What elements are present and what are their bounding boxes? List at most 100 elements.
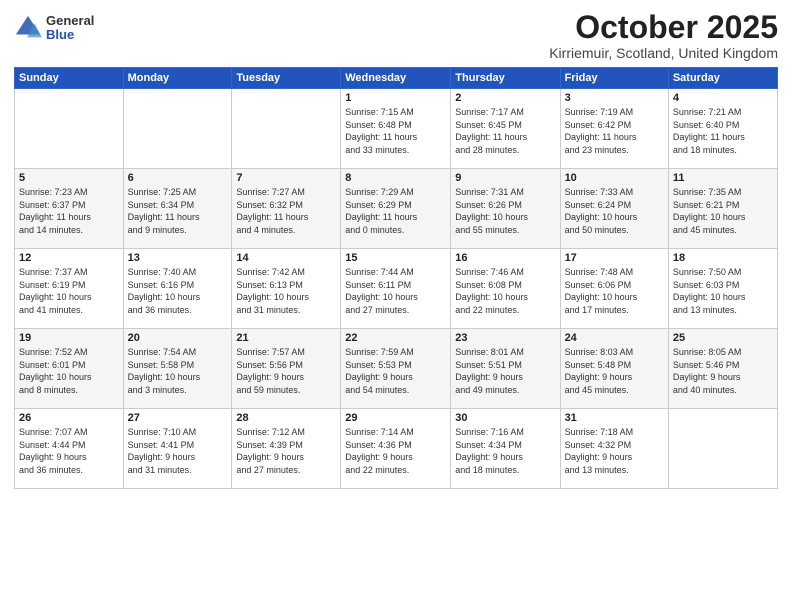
header: General Blue October 2025 Kirriemuir, Sc… [14, 10, 778, 61]
day-content: Sunrise: 7:25 AM Sunset: 6:34 PM Dayligh… [128, 186, 228, 236]
day-content: Sunrise: 7:52 AM Sunset: 6:01 PM Dayligh… [19, 346, 119, 396]
day-content: Sunrise: 7:44 AM Sunset: 6:11 PM Dayligh… [345, 266, 446, 316]
day-number: 25 [673, 332, 773, 344]
calendar-cell: 29Sunrise: 7:14 AM Sunset: 4:36 PM Dayli… [341, 409, 451, 489]
location: Kirriemuir, Scotland, United Kingdom [549, 45, 778, 61]
day-number: 24 [565, 332, 664, 344]
calendar-cell: 11 Sunrise: 7:35 AM Sunset: 6:21 PM Dayli… [668, 169, 777, 249]
day-number: 18 [673, 252, 773, 264]
day-number: 12 [19, 252, 119, 264]
day-number: 19 [19, 332, 119, 344]
calendar-cell: 12Sunrise: 7:37 AM Sunset: 6:19 PM Dayli… [15, 249, 124, 329]
day-content: Sunrise: 7:12 AM Sunset: 4:39 PM Dayligh… [236, 426, 336, 476]
calendar-cell: 27 Sunrise: 7:10 AM Sunset: 4:41 PM Dayli… [123, 409, 232, 489]
col-sunday: Sunday [15, 68, 124, 89]
day-number: 5 [19, 172, 119, 184]
day-content: Sunrise: 8:05 AM Sunset: 5:46 PM Dayligh… [673, 346, 773, 396]
calendar: Sunday Monday Tuesday Wednesday Thursday… [14, 67, 778, 489]
calendar-cell: 10 Sunrise: 7:33 AM Sunset: 6:24 PM Dayli… [560, 169, 668, 249]
calendar-cell [668, 409, 777, 489]
logo-text: General Blue [46, 14, 94, 43]
day-number: 6 [128, 172, 228, 184]
logo-general: General [46, 14, 94, 28]
calendar-week-5: 26 Sunrise: 7:07 AM Sunset: 4:44 PM Dayli… [15, 409, 778, 489]
calendar-week-2: 5 Sunrise: 7:23 AM Sunset: 6:37 PM Daylig… [15, 169, 778, 249]
day-number: 15 [345, 252, 446, 264]
day-content: Sunrise: 7:14 AM Sunset: 4:36 PM Dayligh… [345, 426, 446, 476]
calendar-cell [15, 89, 124, 169]
calendar-cell: 21Sunrise: 7:57 AM Sunset: 5:56 PM Dayli… [232, 329, 341, 409]
day-number: 27 [128, 412, 228, 424]
calendar-cell: 28 Sunrise: 7:12 AM Sunset: 4:39 PM Dayli… [232, 409, 341, 489]
logo-icon [14, 14, 42, 42]
day-number: 28 [236, 412, 336, 424]
day-number: 10 [565, 172, 664, 184]
col-wednesday: Wednesday [341, 68, 451, 89]
calendar-cell: 5 Sunrise: 7:23 AM Sunset: 6:37 PM Daylig… [15, 169, 124, 249]
calendar-week-4: 19 Sunrise: 7:52 AM Sunset: 6:01 PM Dayli… [15, 329, 778, 409]
col-tuesday: Tuesday [232, 68, 341, 89]
page: General Blue October 2025 Kirriemuir, Sc… [0, 0, 792, 612]
day-number: 17 [565, 252, 664, 264]
day-content: Sunrise: 7:46 AM Sunset: 6:08 PM Dayligh… [455, 266, 555, 316]
calendar-cell: 20 Sunrise: 7:54 AM Sunset: 5:58 PM Dayli… [123, 329, 232, 409]
calendar-cell: 23Sunrise: 8:01 AM Sunset: 5:51 PM Dayli… [451, 329, 560, 409]
day-number: 2 [455, 92, 555, 104]
day-number: 20 [128, 332, 228, 344]
calendar-cell: 6 Sunrise: 7:25 AM Sunset: 6:34 PM Daylig… [123, 169, 232, 249]
day-content: Sunrise: 7:16 AM Sunset: 4:34 PM Dayligh… [455, 426, 555, 476]
col-thursday: Thursday [451, 68, 560, 89]
day-number: 21 [236, 332, 336, 344]
day-content: Sunrise: 7:59 AM Sunset: 5:53 PM Dayligh… [345, 346, 446, 396]
calendar-cell: 9Sunrise: 7:31 AM Sunset: 6:26 PM Daylig… [451, 169, 560, 249]
day-content: Sunrise: 7:35 AM Sunset: 6:21 PM Dayligh… [673, 186, 773, 236]
calendar-cell: 8 Sunrise: 7:29 AM Sunset: 6:29 PM Daylig… [341, 169, 451, 249]
calendar-cell: 30Sunrise: 7:16 AM Sunset: 4:34 PM Dayli… [451, 409, 560, 489]
day-content: Sunrise: 7:21 AM Sunset: 6:40 PM Dayligh… [673, 106, 773, 156]
day-content: Sunrise: 7:33 AM Sunset: 6:24 PM Dayligh… [565, 186, 664, 236]
day-content: Sunrise: 7:23 AM Sunset: 6:37 PM Dayligh… [19, 186, 119, 236]
day-number: 11 [673, 172, 773, 184]
calendar-cell: 17 Sunrise: 7:48 AM Sunset: 6:06 PM Dayli… [560, 249, 668, 329]
calendar-week-1: 1 Sunrise: 7:15 AM Sunset: 6:48 PM Daylig… [15, 89, 778, 169]
day-content: Sunrise: 7:29 AM Sunset: 6:29 PM Dayligh… [345, 186, 446, 236]
day-content: Sunrise: 7:10 AM Sunset: 4:41 PM Dayligh… [128, 426, 228, 476]
day-content: Sunrise: 7:31 AM Sunset: 6:26 PM Dayligh… [455, 186, 555, 236]
day-number: 1 [345, 92, 446, 104]
calendar-cell [232, 89, 341, 169]
day-content: Sunrise: 7:54 AM Sunset: 5:58 PM Dayligh… [128, 346, 228, 396]
calendar-cell: 3Sunrise: 7:19 AM Sunset: 6:42 PM Daylig… [560, 89, 668, 169]
col-friday: Friday [560, 68, 668, 89]
calendar-cell: 26 Sunrise: 7:07 AM Sunset: 4:44 PM Dayli… [15, 409, 124, 489]
day-number: 14 [236, 252, 336, 264]
day-number: 8 [345, 172, 446, 184]
day-content: Sunrise: 7:48 AM Sunset: 6:06 PM Dayligh… [565, 266, 664, 316]
calendar-cell: 16 Sunrise: 7:46 AM Sunset: 6:08 PM Dayli… [451, 249, 560, 329]
col-saturday: Saturday [668, 68, 777, 89]
day-content: Sunrise: 7:50 AM Sunset: 6:03 PM Dayligh… [673, 266, 773, 316]
day-content: Sunrise: 7:17 AM Sunset: 6:45 PM Dayligh… [455, 106, 555, 156]
calendar-cell: 22 Sunrise: 7:59 AM Sunset: 5:53 PM Dayli… [341, 329, 451, 409]
day-number: 31 [565, 412, 664, 424]
day-content: Sunrise: 8:01 AM Sunset: 5:51 PM Dayligh… [455, 346, 555, 396]
day-number: 26 [19, 412, 119, 424]
logo-blue: Blue [46, 28, 94, 42]
calendar-cell: 19 Sunrise: 7:52 AM Sunset: 6:01 PM Dayli… [15, 329, 124, 409]
day-content: Sunrise: 7:27 AM Sunset: 6:32 PM Dayligh… [236, 186, 336, 236]
day-number: 22 [345, 332, 446, 344]
day-content: Sunrise: 8:03 AM Sunset: 5:48 PM Dayligh… [565, 346, 664, 396]
calendar-cell: 4 Sunrise: 7:21 AM Sunset: 6:40 PM Daylig… [668, 89, 777, 169]
calendar-cell: 31 Sunrise: 7:18 AM Sunset: 4:32 PM Dayli… [560, 409, 668, 489]
logo: General Blue [14, 14, 94, 43]
day-number: 13 [128, 252, 228, 264]
day-content: Sunrise: 7:15 AM Sunset: 6:48 PM Dayligh… [345, 106, 446, 156]
day-number: 4 [673, 92, 773, 104]
day-content: Sunrise: 7:18 AM Sunset: 4:32 PM Dayligh… [565, 426, 664, 476]
calendar-cell: 1 Sunrise: 7:15 AM Sunset: 6:48 PM Daylig… [341, 89, 451, 169]
day-content: Sunrise: 7:07 AM Sunset: 4:44 PM Dayligh… [19, 426, 119, 476]
col-monday: Monday [123, 68, 232, 89]
calendar-cell: 18 Sunrise: 7:50 AM Sunset: 6:03 PM Dayli… [668, 249, 777, 329]
day-number: 16 [455, 252, 555, 264]
day-content: Sunrise: 7:19 AM Sunset: 6:42 PM Dayligh… [565, 106, 664, 156]
calendar-cell: 7Sunrise: 7:27 AM Sunset: 6:32 PM Daylig… [232, 169, 341, 249]
